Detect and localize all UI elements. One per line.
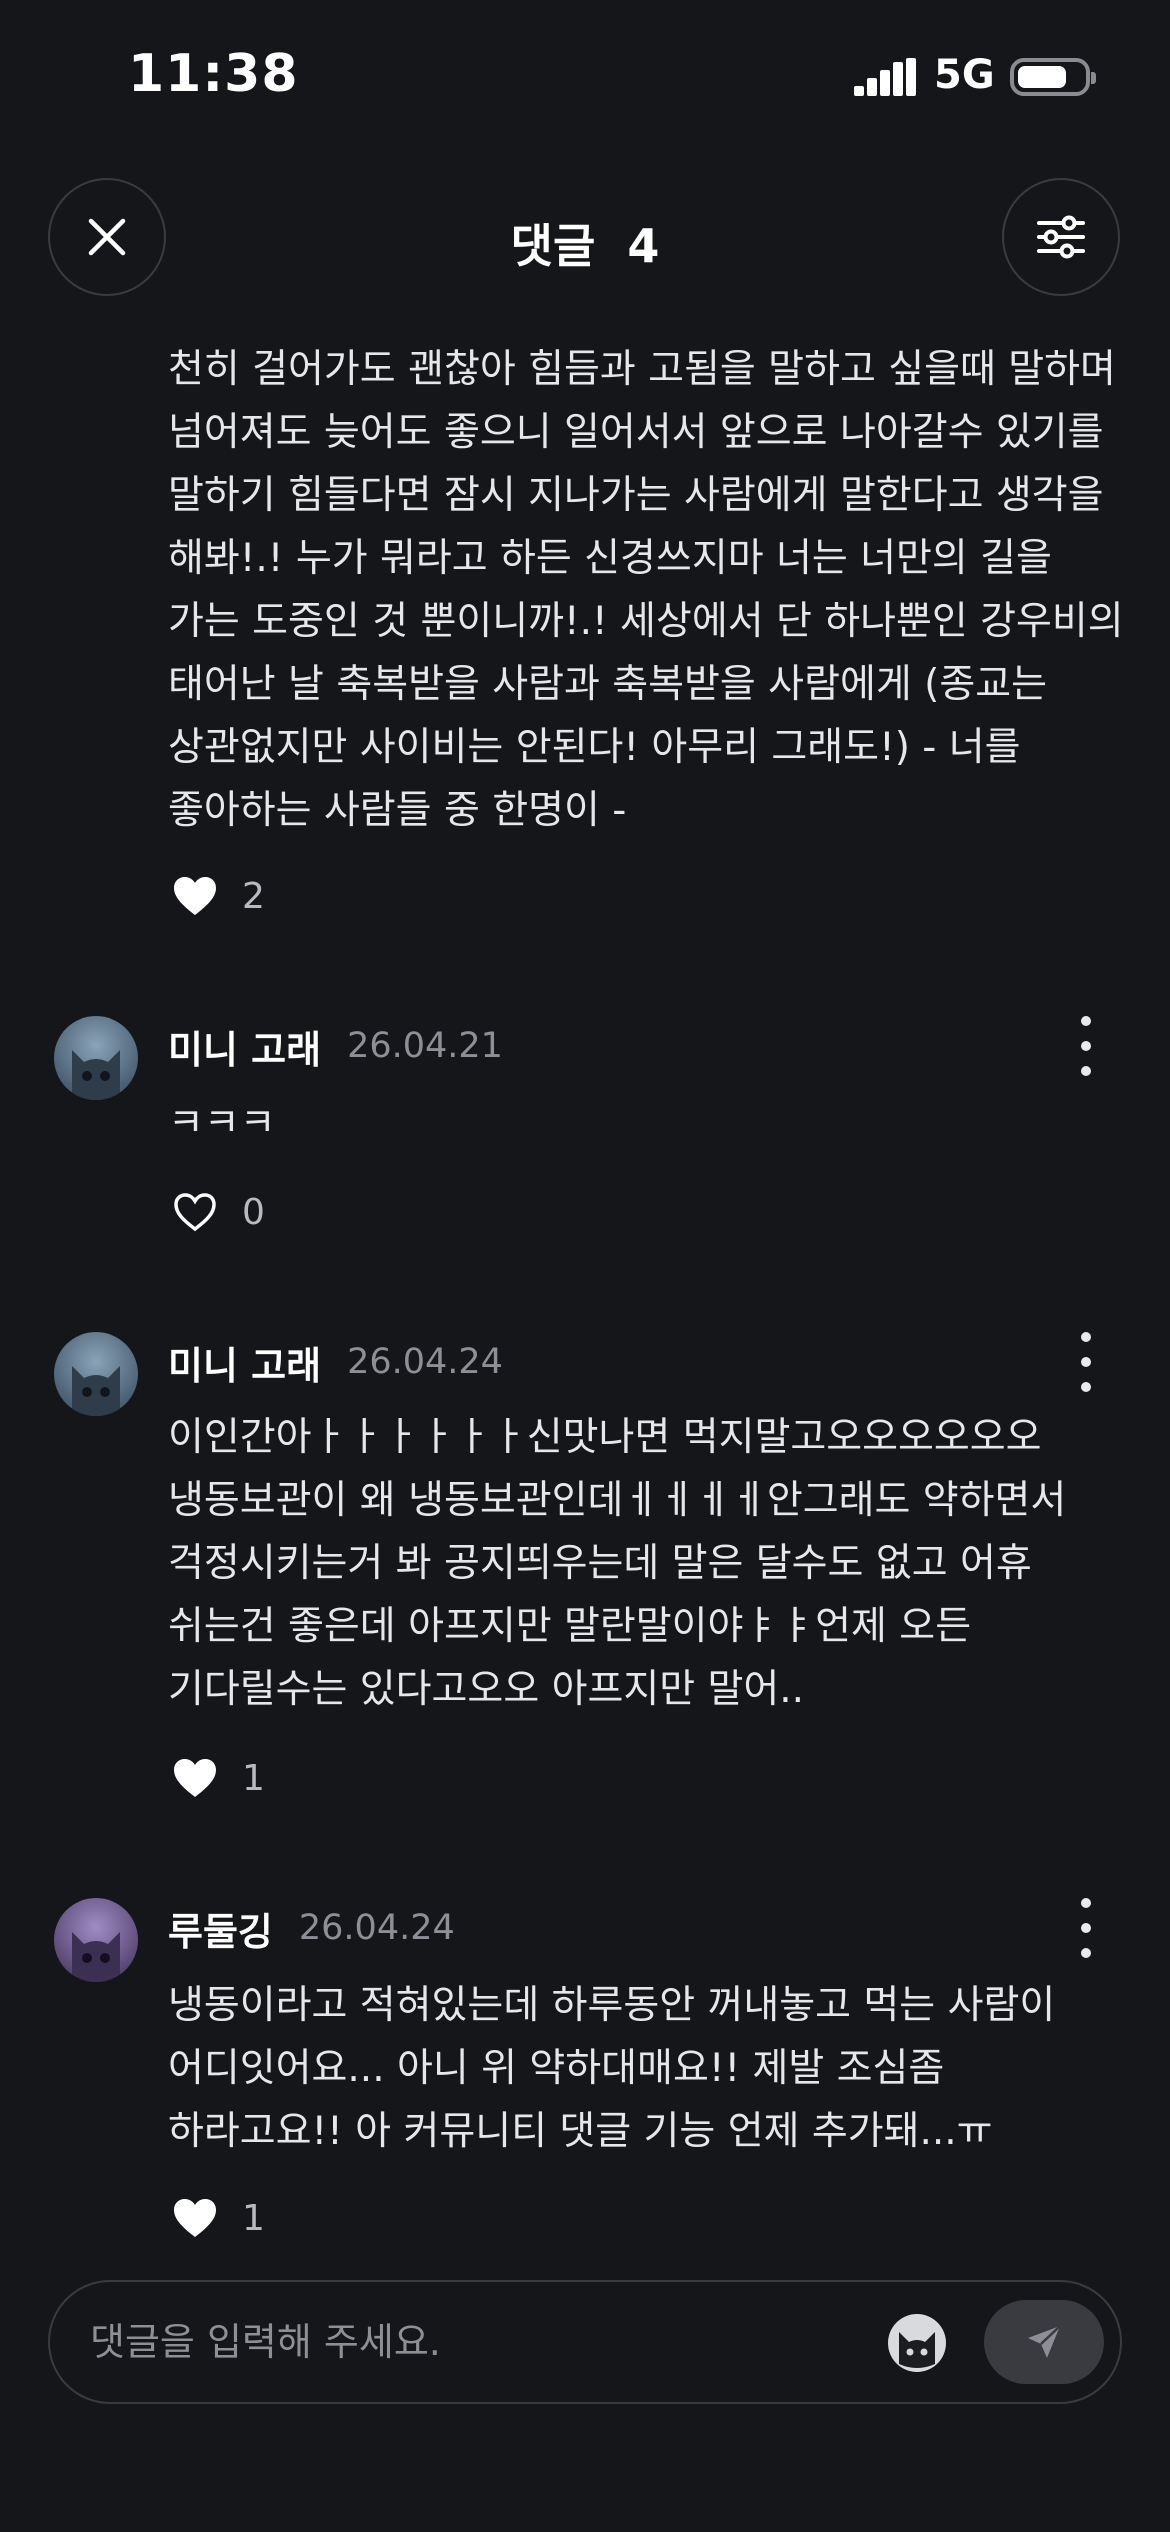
battery-icon [1010, 58, 1096, 96]
comment-input[interactable] [90, 2302, 890, 2382]
filter-button[interactable] [1002, 178, 1120, 296]
author-name[interactable]: 루둘깅 [168, 1901, 273, 1956]
heart-filled-icon [174, 1759, 216, 1797]
page-title: 댓글 4 [0, 210, 1170, 276]
header: 댓글 4 [0, 170, 1170, 306]
heart-filled-icon [174, 2199, 216, 2237]
like-count: 2 [242, 875, 265, 917]
status-bar: 11:38 5G [0, 0, 1170, 150]
emoji-button[interactable] [886, 2312, 948, 2374]
avatar[interactable] [54, 1016, 138, 1100]
comment-count: 4 [627, 219, 660, 273]
more-options-button[interactable] [1068, 1898, 1104, 1958]
more-options-button[interactable] [1068, 1332, 1104, 1392]
comment-date: 26.04.24 [347, 1342, 503, 1382]
like-button[interactable]: 1 [172, 2190, 265, 2246]
comment-date: 26.04.24 [298, 1908, 455, 1948]
comment-meta: 루둘깅 26.04.24 [168, 1898, 455, 1958]
avatar[interactable] [54, 1332, 138, 1416]
avatar[interactable] [54, 1898, 138, 1982]
send-icon [1028, 2325, 1061, 2358]
comment-text: ㅋㅋㅋ [168, 1101, 276, 1146]
comment-meta: 미니 고래 26.04.24 [168, 1332, 503, 1392]
like-button[interactable]: 1 [172, 1750, 265, 1806]
comment-meta: 미니 고래 26.04.21 [168, 1016, 503, 1076]
heart-filled-icon [174, 877, 216, 915]
author-name[interactable]: 미니 고래 [168, 1019, 321, 1074]
comment-text: 이인간아ㅏㅏㅏㅏㅏㅏ신맛나면 먹지말고오오오오오오 냉동보관이 왜 냉동보관인데… [168, 1415, 1067, 1712]
like-count: 1 [242, 1757, 265, 1799]
like-button[interactable]: 0 [172, 1184, 265, 1240]
comment-text: 냉동이라고 적혀있는데 하루동안 꺼내놓고 먹는 사람이 어디잇어요... 아니… [168, 1983, 1056, 2154]
like-button[interactable]: 2 [172, 868, 265, 924]
more-options-button[interactable] [1068, 1016, 1104, 1076]
comment-text: 천히 걸어가도 괜찮아 힘듬과 고됨을 말하고 싶을때 말하며 넘어져도 늦어도… [168, 347, 1124, 833]
status-time: 11:38 [128, 44, 299, 104]
heart-outline-icon [174, 1193, 216, 1232]
sliders-icon [1037, 215, 1085, 259]
like-count: 1 [242, 2197, 265, 2239]
signal-icon [854, 58, 916, 96]
comment-date: 26.04.21 [347, 1026, 503, 1066]
author-name[interactable]: 미니 고래 [168, 1335, 321, 1390]
like-count: 0 [242, 1191, 265, 1233]
send-button[interactable] [984, 2300, 1104, 2384]
page-title-label: 댓글 [510, 219, 596, 273]
comment-input-bar [48, 2280, 1122, 2404]
network-label: 5G [934, 52, 995, 98]
